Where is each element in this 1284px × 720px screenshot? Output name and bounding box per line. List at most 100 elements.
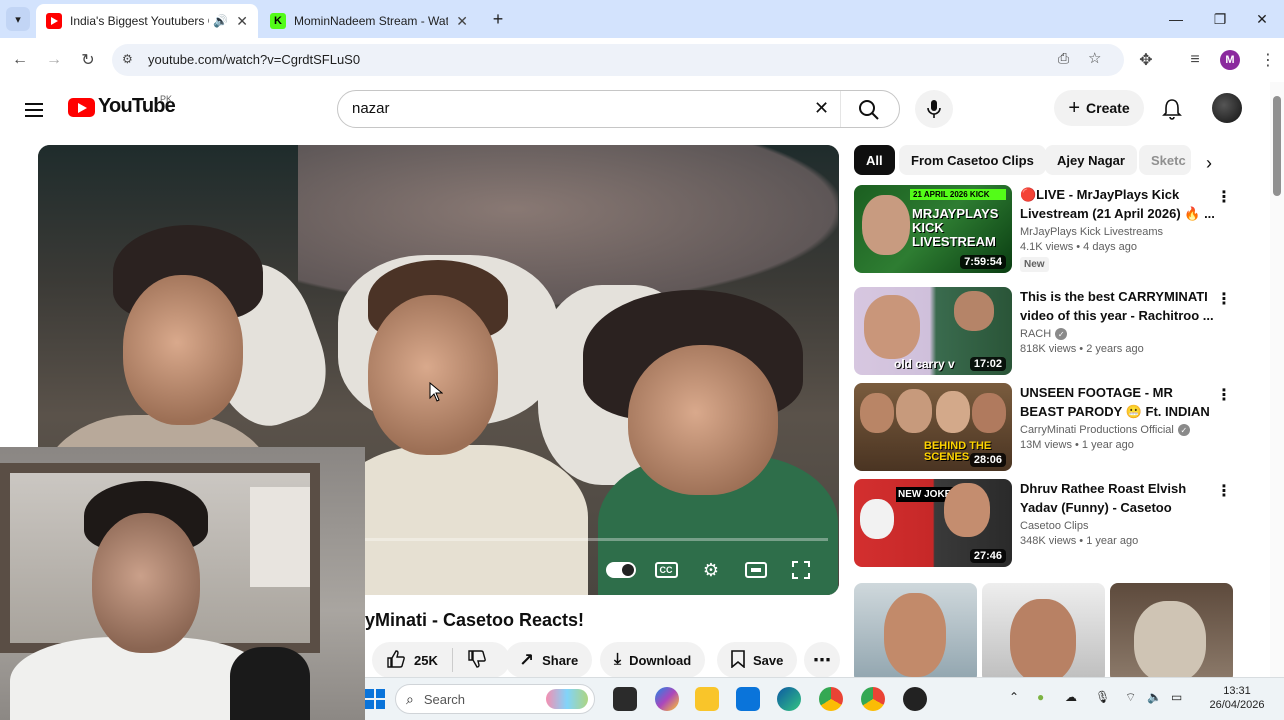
search-box[interactable]: nazar ✕	[337, 90, 900, 128]
chrome-profile-icon[interactable]	[861, 687, 885, 711]
microsoft-store-icon[interactable]	[736, 687, 760, 711]
back-icon[interactable]: ←	[8, 48, 32, 72]
channel-row[interactable]: CarryMinati Productions Official ✓	[1020, 424, 1216, 436]
channel-row[interactable]: RACH ✓	[1020, 328, 1216, 340]
recommendation-card[interactable]: NEW JOKER 27:46 Dhruv Rathee Roast Elvis…	[854, 479, 1234, 571]
shorts-thumbnail[interactable]	[1110, 583, 1233, 683]
close-tab-icon[interactable]: ✕	[236, 13, 248, 30]
chip-sketch[interactable]: Sketc	[1139, 145, 1191, 175]
video-thumbnail[interactable]: old carry v 17:02	[854, 287, 1012, 375]
forward-icon[interactable]: →	[42, 48, 66, 72]
download-button[interactable]: ⤓ Download	[600, 642, 706, 678]
taskbar-search[interactable]: ⌕ Search	[395, 684, 595, 714]
webcam-window-light	[250, 487, 310, 587]
browser-menu-icon[interactable]: ⋮	[1256, 48, 1280, 72]
video-title[interactable]: 🔴LIVE - MrJayPlays Kick Livestream (21 A…	[1020, 185, 1216, 223]
channel-name[interactable]: MrJayPlays Kick Livestreams	[1020, 226, 1216, 238]
more-options-icon[interactable]: ⋮	[1214, 385, 1234, 405]
more-actions-icon[interactable]: ⋯	[804, 642, 840, 678]
file-explorer-icon[interactable]	[695, 687, 719, 711]
reload-icon[interactable]: ↻	[76, 48, 100, 72]
page-scrollbar[interactable]	[1270, 82, 1284, 677]
chevron-right-icon[interactable]: ›	[1196, 150, 1222, 176]
create-button[interactable]: + Create	[1054, 90, 1144, 126]
tab-search-button[interactable]: ▾	[6, 7, 30, 31]
tab-inactive[interactable]: K MominNadeem Stream - Watch ✕	[260, 4, 478, 38]
media-control-icon[interactable]: ≡	[1183, 48, 1207, 72]
show-hidden-icons-icon[interactable]: ⌃	[1009, 690, 1019, 704]
recommendation-card[interactable]: old carry v 17:02 This is the best CARRY…	[854, 287, 1234, 379]
video-title[interactable]: Dhruv Rathee Roast Elvish Yadav (Funny) …	[1020, 479, 1216, 517]
video-thumbnail[interactable]: BEHIND THE SCENES 28:06	[854, 383, 1012, 471]
tray-app-icon[interactable]: ●	[1037, 690, 1044, 704]
fullscreen-icon[interactable]	[786, 557, 816, 583]
youtube-logo-icon[interactable]	[68, 98, 95, 117]
address-bar[interactable]: ⚙ youtube.com/watch?v=CgrdtSFLuS0 ⎙ ☆	[112, 44, 1124, 76]
windows-start-icon[interactable]	[365, 689, 385, 709]
video-title[interactable]: UNSEEN FOOTAGE - MR BEAST PARODY 😬 Ft. I…	[1020, 383, 1216, 421]
microphone-icon[interactable]: 🎙	[1095, 690, 1110, 704]
chip-ajey-nagar[interactable]: Ajey Nagar	[1045, 145, 1137, 175]
video-frame-person	[628, 345, 778, 495]
minimize-icon[interactable]: —	[1154, 0, 1198, 38]
voice-search-icon[interactable]	[915, 90, 953, 128]
autoplay-toggle[interactable]	[606, 557, 636, 583]
shorts-thumbnail[interactable]	[982, 583, 1105, 683]
notifications-bell-icon[interactable]	[1162, 98, 1182, 125]
download-label: Download	[629, 652, 692, 668]
more-options-icon[interactable]: ⋮	[1214, 481, 1234, 501]
recommendation-card[interactable]: 21 APRIL 2026 KICK MRJAYPLAYS KICK LIVES…	[854, 185, 1234, 277]
restore-icon[interactable]: ❐	[1198, 0, 1242, 38]
close-tab-icon[interactable]: ✕	[456, 13, 468, 30]
chip-from-casetoo-clips[interactable]: From Casetoo Clips	[899, 145, 1046, 175]
app-icon[interactable]	[903, 687, 927, 711]
volume-icon[interactable]: 🔈	[1147, 690, 1162, 704]
search-input[interactable]: nazar	[352, 100, 390, 117]
kick-favicon-icon: K	[270, 13, 286, 29]
theater-mode-icon[interactable]	[741, 557, 771, 583]
chrome-icon[interactable]	[819, 687, 843, 711]
account-avatar[interactable]	[1212, 93, 1242, 123]
close-window-icon[interactable]: ✕	[1240, 0, 1284, 38]
like-button[interactable]: 25K	[386, 649, 438, 672]
settings-gear-icon[interactable]: ⚙	[696, 557, 726, 583]
profile-avatar[interactable]: M	[1220, 50, 1240, 70]
chip-all[interactable]: All	[854, 145, 895, 175]
thumbnail-face	[1010, 599, 1076, 683]
clear-search-icon[interactable]: ✕	[814, 98, 829, 119]
browser-toolbar: ← → ↻ ⚙ youtube.com/watch?v=CgrdtSFLuS0 …	[0, 38, 1284, 82]
shorts-thumbnail[interactable]	[854, 583, 977, 683]
scrollbar-thumb[interactable]	[1273, 96, 1281, 196]
site-info-icon[interactable]: ⚙	[122, 52, 133, 66]
share-button[interactable]: ↗ Share	[505, 642, 593, 678]
video-title[interactable]: This is the best CARRYMINATI video of th…	[1020, 287, 1216, 325]
install-app-icon[interactable]: ⎙	[1058, 50, 1069, 67]
new-tab-icon[interactable]: +	[486, 7, 510, 31]
mouse-cursor-icon	[429, 381, 444, 407]
save-button[interactable]: Save	[717, 642, 798, 678]
extensions-icon[interactable]: ✥	[1134, 48, 1158, 72]
clock[interactable]: 13:31 26/04/2026	[1205, 684, 1269, 712]
battery-icon[interactable]: ▭	[1171, 690, 1182, 704]
autoplay-toggle-icon	[606, 562, 636, 578]
youtube-favicon-icon	[46, 13, 62, 29]
cloud-icon[interactable]: ☁	[1065, 690, 1077, 704]
more-options-icon[interactable]: ⋮	[1214, 187, 1234, 207]
search-icon[interactable]	[858, 99, 880, 126]
copilot-icon[interactable]	[655, 687, 679, 711]
more-options-icon[interactable]: ⋮	[1214, 289, 1234, 309]
thumbnail-face	[860, 393, 894, 433]
task-view-icon[interactable]	[613, 687, 637, 711]
tab-active[interactable]: India's Biggest Youtubers Co 🔊 ✕	[36, 4, 258, 38]
recommendation-card[interactable]: BEHIND THE SCENES 28:06 UNSEEN FOOTAGE -…	[854, 383, 1234, 475]
thumbs-down-icon[interactable]	[467, 649, 487, 672]
edge-browser-icon[interactable]	[777, 687, 801, 711]
wifi-icon[interactable]: ⌔	[1125, 690, 1136, 705]
bookmark-star-icon[interactable]: ☆	[1088, 49, 1101, 67]
hamburger-menu-icon[interactable]	[22, 98, 46, 122]
subtitles-button[interactable]: CC	[651, 557, 681, 583]
speaker-icon[interactable]: 🔊	[213, 14, 228, 28]
video-thumbnail[interactable]: 21 APRIL 2026 KICK MRJAYPLAYS KICK LIVES…	[854, 185, 1012, 273]
video-thumbnail[interactable]: NEW JOKER 27:46	[854, 479, 1012, 567]
channel-name[interactable]: Casetoo Clips	[1020, 520, 1216, 532]
